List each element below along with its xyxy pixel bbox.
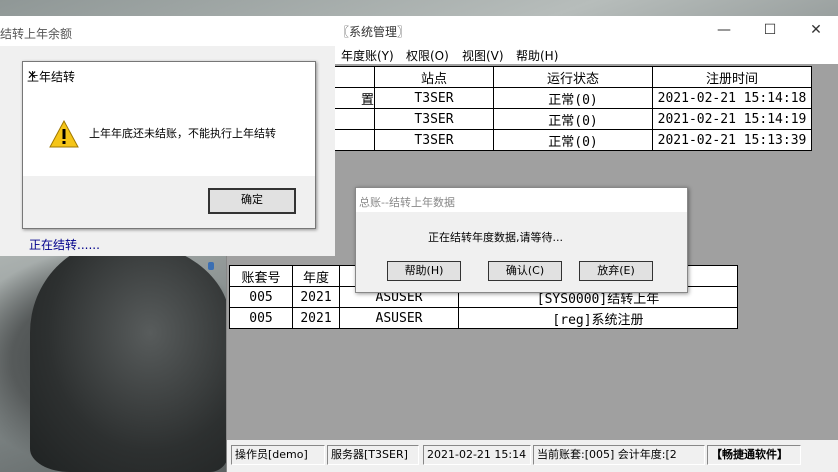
menu-permission[interactable]: 权限(O)	[406, 47, 449, 64]
progress-text: 正在结转......	[29, 238, 100, 252]
wait-message: 正在结转年度数据,请等待...	[428, 231, 563, 244]
ok-button[interactable]: 确定	[208, 188, 296, 214]
wallpaper-rock	[30, 240, 230, 472]
table-header-cell: 运行状态	[493, 66, 653, 88]
table-cell: 2021-02-21 15:14:18	[652, 87, 812, 109]
status-brand: 【畅捷通软件】	[707, 445, 801, 465]
table-header-cell: 账套号	[229, 265, 293, 287]
table-cell: [reg]系统注册	[458, 307, 738, 329]
table-cell: 正常(0)	[493, 129, 653, 151]
minimize-button[interactable]: —	[701, 16, 747, 44]
wallpaper-climber	[208, 262, 214, 270]
status-bar: 操作员[demo] 服务器[T3SER] 2021-02-21 15:14 当前…	[227, 440, 838, 472]
table-cell: 正常(0)	[493, 108, 653, 130]
table-cell: 2021	[292, 286, 340, 308]
table-cell: 005	[229, 286, 293, 308]
warning-icon	[49, 120, 79, 148]
menu-year-account[interactable]: 年度账(Y)	[341, 47, 394, 64]
close-button[interactable]: ✕	[793, 16, 838, 44]
dialog-title: 总账--结转上年数据	[359, 196, 455, 209]
table-cell: T3SER	[374, 87, 494, 109]
confirm-button[interactable]: 确认(C)	[488, 261, 562, 281]
table-row[interactable]: 005 2021 ASUSER [reg]系统注册	[229, 307, 738, 329]
message-box-footer: 确定	[23, 176, 315, 228]
window-title: 〖系统管理〗	[337, 25, 410, 39]
dialog-title: 结转上年余额	[0, 27, 73, 41]
table-cell: 2021-02-21 15:14:19	[652, 108, 812, 130]
dialog-title-bar: 结转上年余额	[0, 16, 335, 46]
message-text: 上年年底还未结账，不能执行上年结转	[89, 127, 276, 140]
message-box: 上年结转 ✕ 上年年底还未结账，不能执行上年结转 确定	[22, 61, 316, 229]
table-cell: ASUSER	[339, 307, 459, 329]
menu-help[interactable]: 帮助(H)	[516, 47, 558, 64]
message-box-title-bar: 上年结转 ✕	[23, 62, 315, 88]
status-server: 服务器[T3SER]	[327, 445, 419, 465]
abandon-button[interactable]: 放弃(E)	[579, 261, 653, 281]
table-cell: 005	[229, 307, 293, 329]
status-datetime: 2021-02-21 15:14	[423, 445, 531, 465]
menu-view[interactable]: 视图(V)	[462, 47, 504, 64]
dialog-title-bar: 总账--结转上年数据	[356, 188, 687, 212]
table-header-cell: 年度	[292, 265, 340, 287]
table-cell: 2021-02-21 15:13:39	[652, 129, 812, 151]
table-cell: 2021	[292, 307, 340, 329]
maximize-button[interactable]: ☐	[747, 16, 793, 44]
status-account: 当前账套:[005] 会计年度:[2	[533, 445, 705, 465]
ledger-carry-forward-dialog: 总账--结转上年数据 正在结转年度数据,请等待... 帮助(H) 确认(C) 放…	[355, 187, 688, 293]
table-header-cell: 注册时间	[652, 66, 812, 88]
table-header-cell: 站点	[374, 66, 494, 88]
table-cell: T3SER	[374, 129, 494, 151]
close-icon[interactable]: ✕	[27, 68, 309, 82]
table-cell: T3SER	[374, 108, 494, 130]
help-button[interactable]: 帮助(H)	[387, 261, 461, 281]
table-cell: 正常(0)	[493, 87, 653, 109]
status-operator: 操作员[demo]	[231, 445, 325, 465]
